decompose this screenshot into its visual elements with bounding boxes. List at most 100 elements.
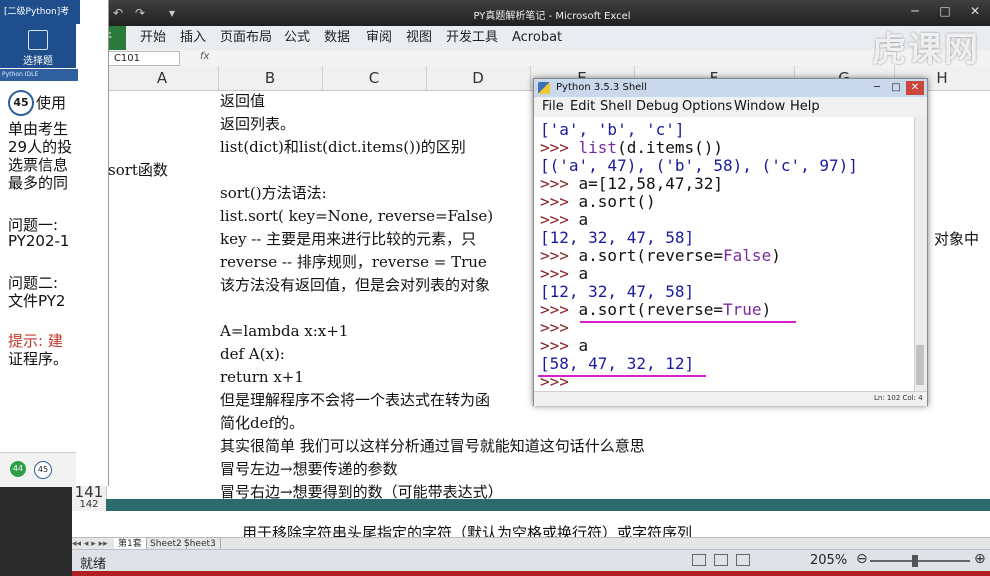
cell-b[interactable]: 返回列表。 <box>220 113 295 136</box>
ribbon-tabs: 文件 开始 插入 页面布局 公式 数据 审阅 视图 开发工具 Acrobat <box>72 26 990 51</box>
shell-code: a.sort(reverse=False) <box>578 246 781 265</box>
shell-input-line: >>> a.sort() <box>540 193 656 211</box>
cell-b[interactable]: 其实很简单 我们可以这样分析通过冒号就能知道这句话什么意思 <box>220 435 645 458</box>
shell-output-line: [12, 32, 47, 58] <box>540 228 695 247</box>
menu-shell[interactable]: Shell <box>600 99 632 114</box>
tab-home[interactable]: 开始 <box>140 26 166 50</box>
menu-options[interactable]: Options <box>682 99 732 114</box>
question-text: 证程序。 <box>8 350 69 368</box>
shell-prompt: >>> <box>540 318 579 337</box>
python-idle-bar[interactable]: Python IDLE <box>0 69 78 81</box>
cell-b[interactable]: reverse -- 排序规则，reverse = True <box>220 251 487 274</box>
cell-b[interactable]: 该方法没有返回值，但是会对列表的对象 <box>220 274 490 297</box>
overflow-cell-text[interactable]: 对象中 <box>934 228 979 251</box>
page-layout-view-icon[interactable] <box>714 554 728 566</box>
zoom-in-icon[interactable]: ⊕ <box>974 551 986 567</box>
tab-page-layout[interactable]: 页面布局 <box>220 26 272 50</box>
selected-row[interactable] <box>106 499 990 511</box>
shell-titlebar: Python 3.5.3 Shell ─ □ ✕ <box>534 79 927 97</box>
shell-code: a <box>578 264 589 283</box>
menu-debug[interactable]: Debug <box>636 99 679 114</box>
zoom-slider-thumb[interactable] <box>912 555 918 567</box>
shell-close-icon[interactable]: ✕ <box>906 81 924 95</box>
menu-window[interactable]: Window <box>734 99 785 114</box>
menu-help[interactable]: Help <box>790 99 820 114</box>
column-header-d[interactable]: D <box>426 66 531 90</box>
nav-current-question[interactable]: 45 <box>34 461 52 479</box>
cell-b[interactable]: 但是理解程序不会将一个表达式在转为函 <box>220 389 490 412</box>
shell-scrollbar-thumb[interactable] <box>916 345 924 385</box>
zoom-out-icon[interactable]: ⊖ <box>856 551 868 567</box>
minimize-icon[interactable]: ─ <box>900 0 930 22</box>
shell-input-line: >>> <box>540 319 579 337</box>
shell-prompt: >>> <box>540 192 579 211</box>
cell-b[interactable]: return x+1 <box>220 366 304 389</box>
cell-b[interactable]: 返回值 <box>220 90 265 113</box>
column-header-c[interactable]: C <box>322 66 427 90</box>
cell-b[interactable]: key -- 主要是用来进行比较的元素，只 <box>220 228 476 251</box>
shell-prompt: >>> <box>540 336 579 355</box>
shell-prompt: >>> <box>540 264 579 283</box>
watermark-logo: 虎课网 <box>872 30 980 70</box>
cell-b[interactable]: 简化def的。 <box>220 412 304 435</box>
tab-view[interactable]: 视图 <box>406 26 432 50</box>
cell-a[interactable]: sort函数 <box>108 159 168 182</box>
cell-b[interactable]: 冒号左边→想要传递的参数 <box>220 458 398 481</box>
shell-input-line: >>> <box>540 373 579 391</box>
shell-line-col: Ln: 102 Col: 4 <box>874 394 923 402</box>
cell-b[interactable]: list.sort( key=None, reverse=False) <box>220 205 493 228</box>
status-ready: 就绪 <box>80 557 107 572</box>
cell-b[interactable]: def A(x): <box>220 343 285 366</box>
shell-prompt: >>> <box>540 300 579 319</box>
nav-prev-question[interactable]: 44 <box>10 461 26 477</box>
shell-code: list(d.items()) <box>578 138 724 157</box>
shell-output[interactable]: ['a', 'b', 'c'] >>> list(d.items()) [('a… <box>534 117 914 391</box>
python-shell-window: Python 3.5.3 Shell ─ □ ✕ File Edit Shell… <box>533 78 928 406</box>
shell-prompt: >>> <box>540 138 579 157</box>
shell-output-line: ['a', 'b', 'c'] <box>540 120 685 139</box>
tab-acrobat[interactable]: Acrobat <box>512 26 562 50</box>
cell-b[interactable]: list(dict)和list(dict.items())的区别 <box>220 136 466 159</box>
shell-menubar: File Edit Shell Debug Options Window Hel… <box>534 97 927 117</box>
cell-b[interactable]: A=lambda x:x+1 <box>220 320 348 343</box>
fx-icon[interactable]: fx <box>200 51 209 62</box>
shell-code: a=[12,58,47,32] <box>578 174 724 193</box>
quick-access-dropdown-icon[interactable]: ▾ <box>164 5 180 21</box>
question-text: PY202-1 <box>8 232 70 250</box>
question-text: 使用 <box>36 94 67 112</box>
highlight-underline <box>580 321 796 323</box>
tab-formulas[interactable]: 公式 <box>284 26 310 50</box>
shell-minimize-icon[interactable]: ─ <box>868 81 886 95</box>
row-header-selected[interactable]: 142 <box>72 499 106 511</box>
zoom-slider[interactable] <box>870 560 970 562</box>
select-question-button[interactable]: 选择题 <box>0 24 76 68</box>
cell-b[interactable]: sort()方法语法: <box>220 182 327 205</box>
undo-icon[interactable]: ↶ <box>110 5 126 21</box>
python-icon <box>538 82 550 94</box>
shell-prompt: >>> <box>540 210 579 229</box>
exam-panel-title: [二级Python]考 <box>0 0 80 24</box>
excel-titlebar: ▣ ↶ ↷ ▾ PY真题解析笔记 - Microsoft Excel ─ □ ✕ <box>72 0 990 26</box>
shell-maximize-icon[interactable]: □ <box>887 81 905 95</box>
normal-view-icon[interactable] <box>692 554 706 566</box>
page-break-view-icon[interactable] <box>736 554 750 566</box>
maximize-icon[interactable]: □ <box>930 0 960 22</box>
menu-file[interactable]: File <box>542 99 564 114</box>
close-icon[interactable]: ✕ <box>960 0 990 22</box>
menu-edit[interactable]: Edit <box>570 99 595 114</box>
shell-prompt: >>> <box>540 372 579 391</box>
zoom-level[interactable]: 205% <box>810 553 847 568</box>
redo-icon[interactable]: ↷ <box>132 5 148 21</box>
exam-panel: [二级Python]考 选择题 Python IDLE 45 使用 单由考生 2… <box>0 0 109 487</box>
tab-data[interactable]: 数据 <box>324 26 350 50</box>
shell-output-line: [58, 47, 32, 12] <box>540 354 695 373</box>
shell-input-line: >>> a.sort(reverse=False) <box>540 247 781 265</box>
shell-statusbar: Ln: 102 Col: 4 <box>534 391 927 406</box>
tab-insert[interactable]: 插入 <box>180 26 206 50</box>
tab-developer[interactable]: 开发工具 <box>446 26 498 50</box>
column-header-b[interactable]: B <box>218 66 323 90</box>
shell-code: a.sort(reverse=True) <box>578 300 772 319</box>
tab-review[interactable]: 审阅 <box>366 26 392 50</box>
select-question-label: 选择题 <box>23 56 53 67</box>
column-header-a[interactable]: A <box>106 66 219 90</box>
